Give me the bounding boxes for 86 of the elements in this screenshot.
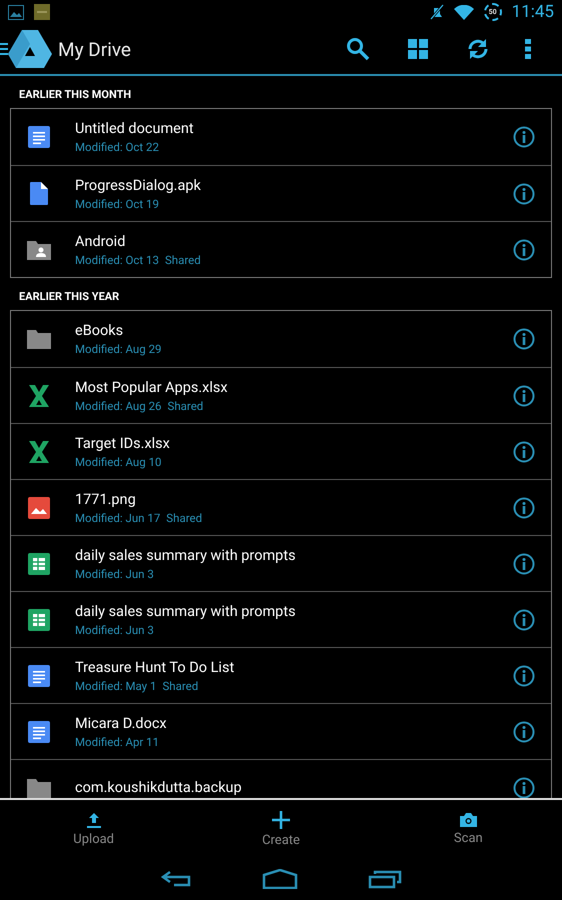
info-icon[interactable]	[513, 238, 535, 260]
file-name: Target IDs.xlsx	[75, 434, 171, 452]
section-header: EARLIER THIS YEAR	[18, 289, 120, 305]
file-row[interactable]: com.koushikdutta.backup	[11, 759, 551, 798]
file-name: Treasure Hunt To Do List	[75, 658, 236, 676]
recent-apps-button[interactable]	[368, 869, 402, 889]
spreadsheet-icon	[28, 552, 50, 574]
file-row[interactable]: Android Modified: Oct 13 Shared	[11, 221, 551, 277]
spreadsheet-icon	[28, 608, 50, 630]
wifi-icon	[454, 4, 474, 20]
screen-title: My Drive	[58, 38, 131, 60]
modified-date: Modified: Jun 3	[75, 622, 154, 636]
file-name: Micara D.docx	[75, 714, 168, 732]
info-icon[interactable]	[513, 664, 535, 686]
modified-date: Modified: May 1	[75, 678, 156, 692]
modified-date: Modified: Aug 26	[75, 398, 162, 412]
info-icon[interactable]	[513, 720, 535, 742]
bottom-action-button[interactable]: Upload	[0, 800, 188, 858]
info-icon[interactable]	[513, 496, 535, 518]
info-icon[interactable]	[513, 384, 535, 406]
shared-label: Shared	[164, 252, 201, 266]
file-name: daily sales summary with prompts	[75, 546, 297, 564]
info-icon[interactable]	[513, 182, 535, 204]
info-icon[interactable]	[513, 776, 535, 798]
file-row[interactable]: 1771.png Modified: Jun 17 Shared	[11, 479, 551, 535]
grid-icon	[408, 39, 428, 59]
file-row[interactable]: daily sales summary with prompts Modified: Jun 3	[11, 535, 551, 591]
upload-icon	[86, 812, 102, 828]
image-notification-icon	[8, 4, 24, 20]
shared-label: Shared	[162, 678, 198, 692]
app-notification-icon	[34, 4, 50, 20]
menu-icon[interactable]	[0, 42, 8, 56]
bottom-action-button[interactable]: Create	[187, 800, 375, 858]
file-name: 1771.png	[75, 490, 137, 508]
file-name: com.koushikdutta.backup	[75, 779, 243, 796]
info-icon[interactable]	[513, 440, 535, 462]
file-name: Untitled document	[75, 120, 195, 137]
drive-logo-icon	[8, 30, 52, 68]
info-icon[interactable]	[513, 608, 535, 630]
document-icon	[28, 664, 50, 686]
modified-date: Modified: Aug 29	[75, 342, 162, 356]
home-button[interactable]	[262, 869, 298, 889]
file-name: daily sales summary with prompts	[75, 602, 297, 620]
file-row[interactable]: Untitled document Modified: Oct 22	[11, 109, 551, 165]
file-icon	[30, 182, 48, 205]
file-name: eBooks	[75, 322, 124, 339]
modified-date: Modified: Jun 3	[75, 566, 154, 580]
modified-date: Modified: Oct 13	[75, 252, 159, 266]
camera-icon	[460, 812, 477, 826]
info-icon[interactable]	[513, 328, 535, 350]
modified-date: Modified: Aug 10	[75, 454, 162, 468]
file-row[interactable]: eBooks Modified: Aug 29	[11, 311, 551, 367]
search-icon	[346, 37, 370, 61]
overflow-menu-icon	[525, 39, 531, 59]
document-icon	[28, 720, 50, 742]
file-name: Most Popular Apps.xlsx	[75, 378, 229, 396]
file-row[interactable]: ProgressDialog.apk Modified: Oct 19	[11, 165, 551, 221]
modified-date: Modified: Apr 11	[75, 734, 160, 748]
shared-label: Shared	[168, 398, 204, 412]
folder-icon	[27, 329, 51, 349]
info-icon[interactable]	[513, 126, 535, 148]
section-header: EARLIER THIS MONTH	[18, 87, 132, 103]
spreadsheet-x-icon	[29, 440, 49, 462]
spreadsheet-x-icon	[29, 384, 49, 406]
shared-folder-icon	[27, 240, 51, 260]
file-name: ProgressDialog.apk	[75, 176, 202, 194]
mute-icon	[430, 4, 444, 20]
refresh-icon	[467, 38, 489, 60]
image-icon	[28, 496, 50, 518]
file-row[interactable]: Treasure Hunt To Do List Modified: May 1 Shared	[11, 647, 551, 703]
file-row[interactable]: Target IDs.xlsx Modified: Aug 10	[11, 423, 551, 479]
file-row[interactable]: Micara D.docx Modified: Apr 11	[11, 703, 551, 759]
plus-icon	[272, 810, 290, 828]
status-time: 11:45	[512, 2, 554, 22]
shared-label: Shared	[166, 510, 202, 524]
back-button[interactable]	[160, 870, 192, 888]
modified-date: Modified: Oct 22	[75, 140, 159, 154]
modified-date: Modified: Oct 19	[75, 196, 159, 210]
file-row[interactable]: Most Popular Apps.xlsx Modified: Aug 26 Shared	[11, 367, 551, 423]
bottom-action-button[interactable]: Scan	[374, 800, 562, 858]
file-name: Android	[75, 232, 126, 250]
document-icon	[28, 126, 50, 148]
info-icon[interactable]	[513, 552, 535, 574]
modified-date: Modified: Jun 17	[75, 510, 160, 524]
folder-icon	[27, 778, 51, 798]
file-row[interactable]: daily sales summary with prompts Modified: Jun 3	[11, 591, 551, 647]
